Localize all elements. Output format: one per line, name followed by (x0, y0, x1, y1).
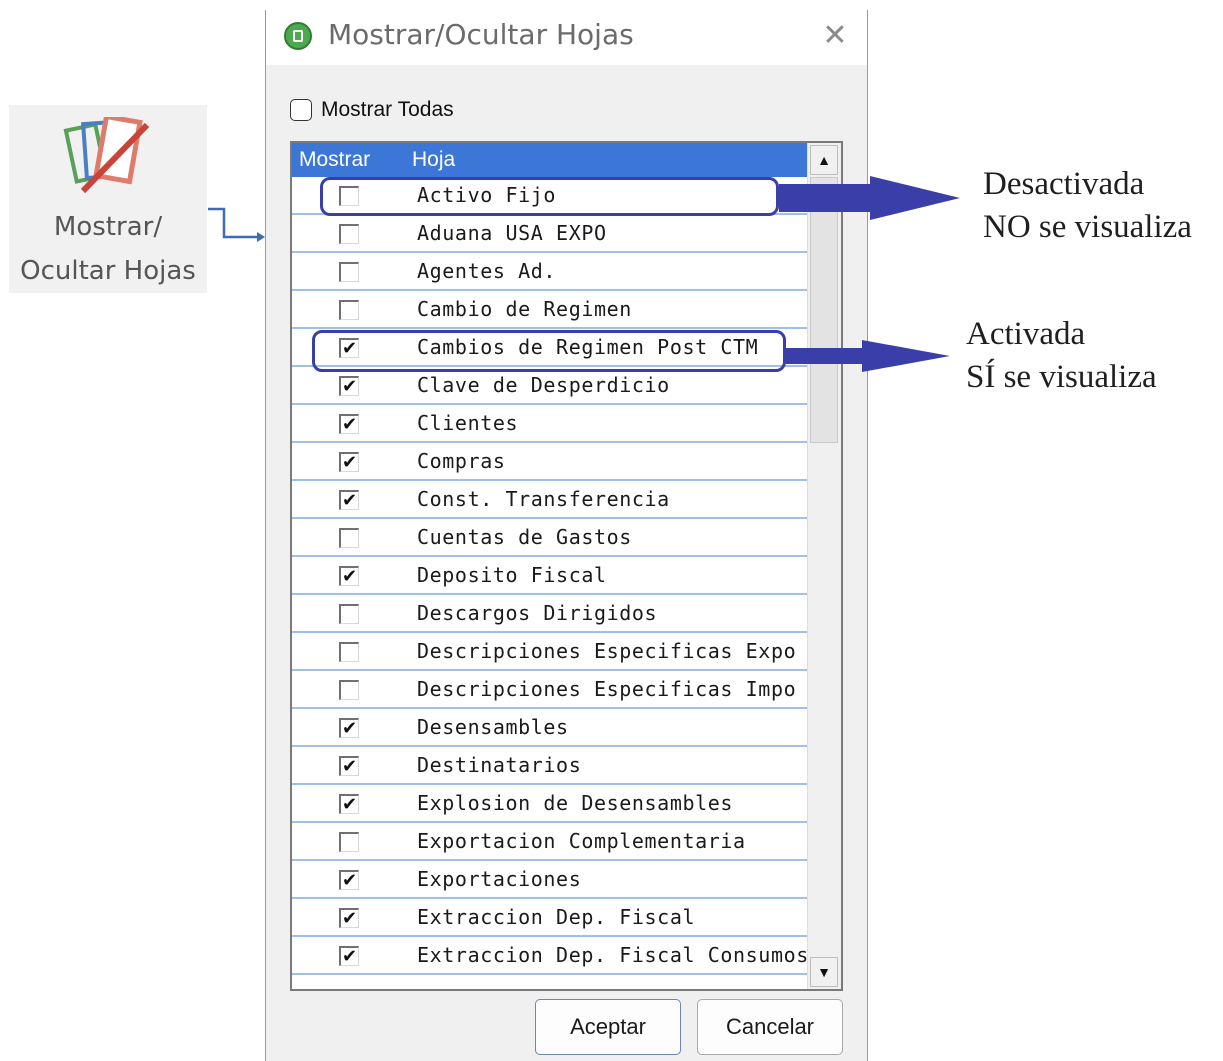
annotation-enabled: Activada SÍ se visualiza (966, 313, 1157, 399)
annotation-disabled-line2: NO se visualiza (983, 209, 1192, 245)
annotation-disabled: Desactivada NO se visualiza (983, 163, 1192, 249)
arrow-disabled (779, 176, 960, 220)
annotation-enabled-line1: Activada (966, 316, 1086, 352)
annotation-disabled-line1: Desactivada (983, 166, 1145, 202)
annotation-enabled-line2: SÍ se visualiza (966, 359, 1157, 395)
annotation-arrows (779, 176, 960, 372)
arrow-enabled (786, 340, 950, 372)
